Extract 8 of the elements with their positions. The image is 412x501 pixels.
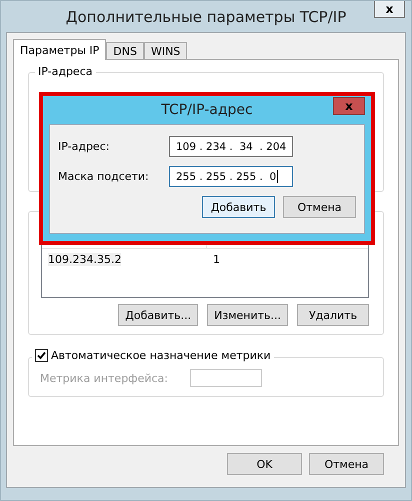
field-label: Маска подсети: bbox=[58, 170, 150, 183]
list-cell: 109.234.35.2 bbox=[48, 252, 122, 266]
field-label: Метрика интерфейса: bbox=[40, 372, 168, 384]
dialog-title: TCP/IP-адрес bbox=[161, 102, 253, 118]
window-title: Дополнительные параметры TCP/IP bbox=[66, 8, 346, 26]
list-cell: 1 bbox=[213, 252, 220, 266]
group-title: IP-адреса bbox=[35, 65, 96, 78]
field-label: IP-адрес: bbox=[58, 140, 110, 153]
